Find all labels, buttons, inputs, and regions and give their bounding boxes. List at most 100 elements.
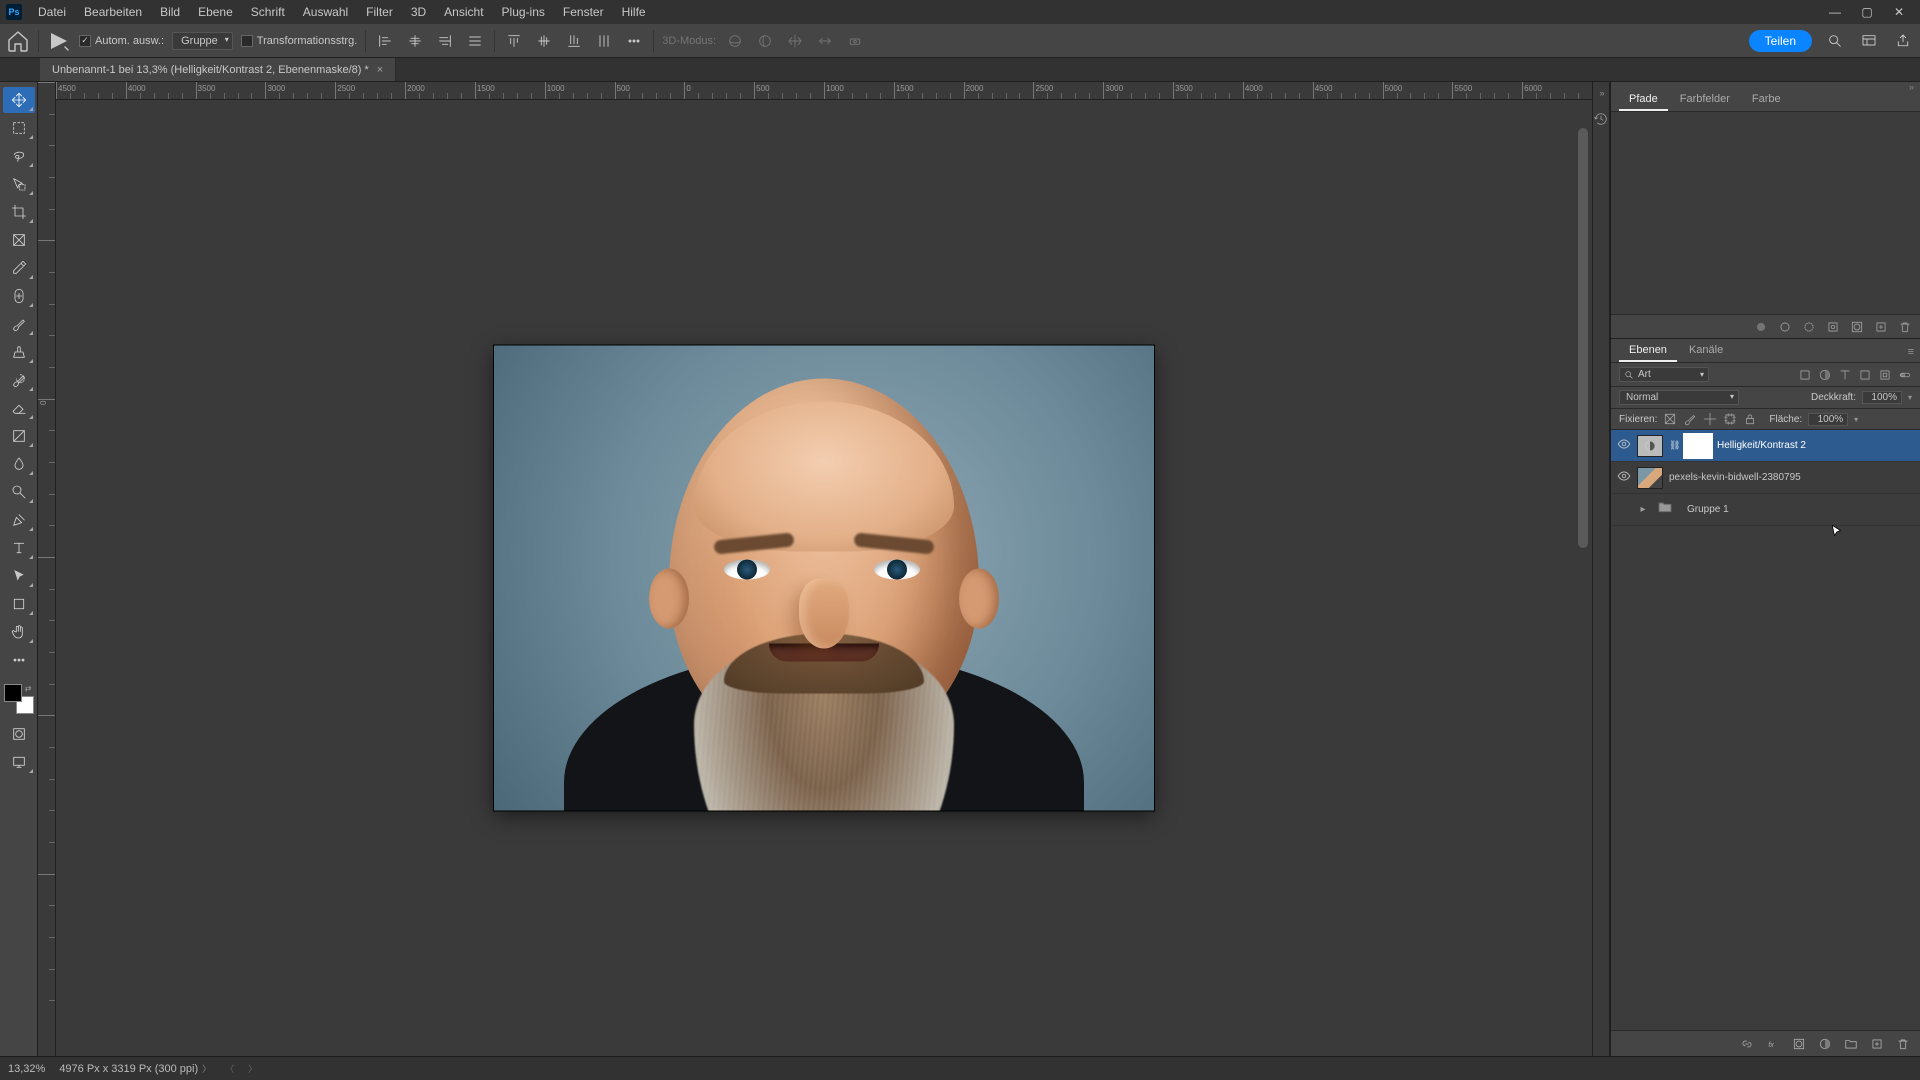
tool-preset-dropdown[interactable] bbox=[47, 29, 71, 53]
menu-filter[interactable]: Filter bbox=[358, 2, 401, 22]
menu-type[interactable]: Schrift bbox=[243, 2, 293, 22]
add-mask-from-path-icon[interactable] bbox=[1850, 320, 1864, 334]
history-panel-icon[interactable] bbox=[1594, 112, 1608, 126]
filter-adjustment-icon[interactable] bbox=[1818, 368, 1832, 382]
healing-brush-tool[interactable] bbox=[3, 283, 35, 309]
window-close-button[interactable]: ✕ bbox=[1884, 2, 1914, 22]
close-tab-icon[interactable]: × bbox=[377, 64, 383, 76]
align-center-h-icon[interactable] bbox=[404, 30, 426, 52]
move-tool[interactable] bbox=[3, 87, 35, 113]
color-swatches[interactable]: ⇄ bbox=[4, 684, 34, 714]
tab-layers[interactable]: Ebenen bbox=[1619, 340, 1677, 362]
new-group-icon[interactable] bbox=[1844, 1037, 1858, 1051]
blend-mode-select[interactable]: Normal bbox=[1619, 390, 1739, 405]
eraser-tool[interactable] bbox=[3, 395, 35, 421]
export-share-icon[interactable] bbox=[1892, 30, 1914, 52]
menu-plugins[interactable]: Plug-ins bbox=[494, 2, 553, 22]
brush-tool[interactable] bbox=[3, 311, 35, 337]
zoom-display[interactable]: 13,32% bbox=[8, 1063, 45, 1075]
window-maximize-button[interactable]: ▢ bbox=[1852, 2, 1882, 22]
menu-3d[interactable]: 3D bbox=[403, 2, 434, 22]
align-bottom-icon[interactable] bbox=[563, 30, 585, 52]
new-layer-icon[interactable] bbox=[1870, 1037, 1884, 1051]
shape-tool[interactable] bbox=[3, 591, 35, 617]
filter-toggle-icon[interactable] bbox=[1898, 368, 1912, 382]
tab-swatches[interactable]: Farbfelder bbox=[1670, 89, 1740, 111]
lock-transparency-icon[interactable] bbox=[1663, 412, 1677, 426]
layer-visibility-toggle[interactable] bbox=[1617, 437, 1631, 454]
distribute-h-icon[interactable] bbox=[464, 30, 486, 52]
layer-mask-thumbnail[interactable] bbox=[1685, 435, 1711, 457]
menu-window[interactable]: Fenster bbox=[555, 2, 612, 22]
filter-type-icon[interactable] bbox=[1838, 368, 1852, 382]
link-layers-icon[interactable] bbox=[1740, 1037, 1754, 1051]
window-minimize-button[interactable]: — bbox=[1820, 2, 1850, 22]
distribute-v-icon[interactable] bbox=[593, 30, 615, 52]
menu-view[interactable]: Ansicht bbox=[436, 2, 491, 22]
selection-to-path-icon[interactable] bbox=[1826, 320, 1840, 334]
layer-name[interactable]: pexels-kevin-bidwell-2380795 bbox=[1669, 472, 1914, 483]
adjustment-layer-thumbnail[interactable] bbox=[1637, 435, 1663, 457]
frame-tool[interactable] bbox=[3, 227, 35, 253]
eyedropper-tool[interactable] bbox=[3, 255, 35, 281]
align-right-icon[interactable] bbox=[434, 30, 456, 52]
path-to-selection-icon[interactable] bbox=[1802, 320, 1816, 334]
filter-shape-icon[interactable] bbox=[1858, 368, 1872, 382]
layer-visibility-toggle[interactable] bbox=[1617, 469, 1631, 486]
share-button[interactable]: Teilen bbox=[1749, 30, 1812, 52]
lock-all-icon[interactable] bbox=[1743, 412, 1757, 426]
quickmask-toggle[interactable] bbox=[3, 721, 35, 747]
home-icon[interactable] bbox=[6, 29, 30, 53]
transform-controls-checkbox[interactable]: Transformationsstrg. bbox=[241, 35, 357, 47]
crop-tool[interactable] bbox=[3, 199, 35, 225]
new-path-icon[interactable] bbox=[1874, 320, 1888, 334]
lock-position-icon[interactable] bbox=[1703, 412, 1717, 426]
menu-file[interactable]: Datei bbox=[30, 2, 74, 22]
search-icon[interactable] bbox=[1824, 30, 1846, 52]
menu-layer[interactable]: Ebene bbox=[190, 2, 241, 22]
group-expand-toggle[interactable]: ▸ bbox=[1637, 504, 1649, 515]
history-brush-tool[interactable] bbox=[3, 367, 35, 393]
marquee-tool[interactable] bbox=[3, 115, 35, 141]
lasso-tool[interactable] bbox=[3, 143, 35, 169]
lock-artboard-icon[interactable] bbox=[1723, 412, 1737, 426]
screenmode-toggle[interactable] bbox=[3, 749, 35, 775]
dodge-tool[interactable] bbox=[3, 479, 35, 505]
layer-thumbnail[interactable] bbox=[1637, 467, 1663, 489]
canvas-scrollbar-vertical[interactable] bbox=[1576, 118, 1590, 1054]
tab-channels[interactable]: Kanäle bbox=[1679, 340, 1733, 362]
align-center-v-icon[interactable] bbox=[533, 30, 555, 52]
tab-paths[interactable]: Pfade bbox=[1619, 89, 1668, 111]
layer-name[interactable]: Gruppe 1 bbox=[1687, 504, 1914, 515]
doc-info-display[interactable]: 4976 Px x 3319 Px (300 ppi) 〉 bbox=[59, 1062, 211, 1075]
menu-help[interactable]: Hilfe bbox=[614, 2, 654, 22]
panel-menu-icon[interactable]: ≡ bbox=[1902, 342, 1920, 362]
document-artwork[interactable] bbox=[494, 346, 1154, 811]
lock-pixels-icon[interactable] bbox=[1683, 412, 1697, 426]
path-select-tool[interactable] bbox=[3, 563, 35, 589]
delete-path-icon[interactable] bbox=[1898, 320, 1912, 334]
doc-info-chevron-icon[interactable]: 〉 bbox=[202, 1062, 211, 1075]
filter-pixel-icon[interactable] bbox=[1798, 368, 1812, 382]
layer-fx-icon[interactable]: fx bbox=[1766, 1037, 1780, 1051]
quick-select-tool[interactable] bbox=[3, 171, 35, 197]
layer-row-smartobject[interactable]: pexels-kevin-bidwell-2380795 bbox=[1611, 462, 1920, 494]
more-align-icon[interactable] bbox=[623, 30, 645, 52]
canvas[interactable] bbox=[56, 100, 1592, 1056]
auto-select-checkbox[interactable]: ✓ Autom. ausw.: bbox=[79, 35, 164, 47]
layer-row-adjustment[interactable]: ⛓ Helligkeit/Kontrast 2 bbox=[1611, 430, 1920, 462]
add-adjustment-icon[interactable] bbox=[1818, 1037, 1832, 1051]
layer-name[interactable]: Helligkeit/Kontrast 2 bbox=[1717, 440, 1914, 451]
filter-smartobject-icon[interactable] bbox=[1878, 368, 1892, 382]
collapse-panels-icon[interactable]: » bbox=[1611, 82, 1920, 88]
layer-row-group[interactable]: ▸ Gruppe 1 bbox=[1611, 494, 1920, 526]
add-mask-icon[interactable] bbox=[1792, 1037, 1806, 1051]
menu-select[interactable]: Auswahl bbox=[295, 2, 356, 22]
workspace-icon[interactable] bbox=[1858, 30, 1880, 52]
swap-colors-icon[interactable]: ⇄ bbox=[25, 684, 32, 693]
tab-color[interactable]: Farbe bbox=[1742, 89, 1791, 111]
delete-layer-icon[interactable] bbox=[1896, 1037, 1910, 1051]
menu-edit[interactable]: Bearbeiten bbox=[76, 2, 150, 22]
stroke-path-icon[interactable] bbox=[1778, 320, 1792, 334]
type-tool[interactable] bbox=[3, 535, 35, 561]
